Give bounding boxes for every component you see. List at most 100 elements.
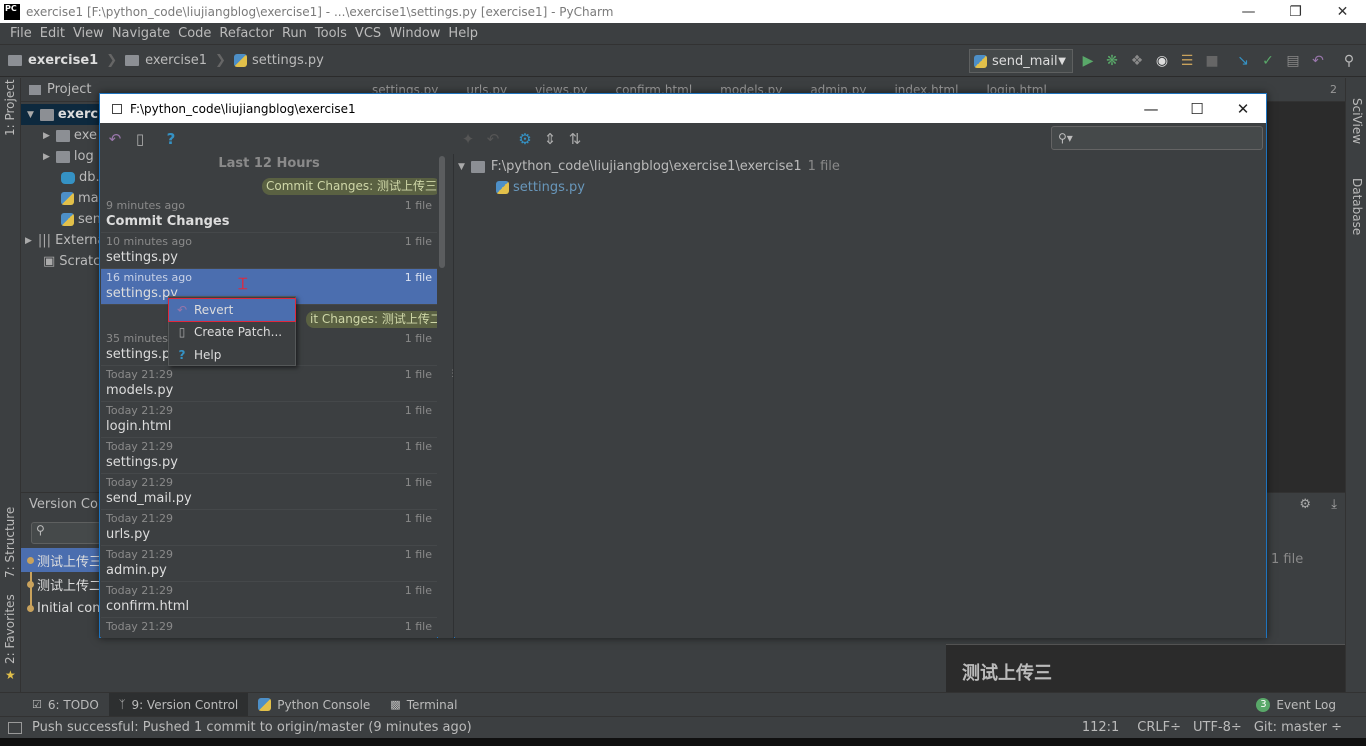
history-item[interactable]: Today 21:29 1 file admin.py — [101, 546, 437, 582]
history-name: settings.py — [106, 455, 178, 470]
coverage-icon[interactable]: ❖ — [1128, 52, 1146, 70]
menu-vcs[interactable]: VCS — [351, 26, 385, 41]
status-message[interactable]: Push successful: Pushed 1 commit to orig… — [32, 720, 472, 735]
favorites-tool-button[interactable]: 2: Favorites — [3, 594, 17, 664]
dialog-maximize-button[interactable]: ☐ — [1174, 100, 1220, 118]
history-item[interactable]: Today 21:29 1 file login.html — [101, 402, 437, 438]
changes-folder-row[interactable]: ▼ F:\python_code\liujiangblog\exercise1\… — [458, 156, 840, 177]
git-branch[interactable]: Git: master ÷ — [1254, 720, 1342, 735]
run-configuration-select[interactable]: send_mail ▼ — [969, 49, 1073, 73]
project-panel-title[interactable]: Project — [47, 82, 91, 97]
sciview-tool-button[interactable]: SciView — [1350, 98, 1364, 144]
tree-row[interactable]: ▶ exe — [43, 125, 97, 146]
project-tool-button[interactable]: 1: Project — [3, 79, 17, 136]
minimize-button[interactable]: — — [1225, 4, 1272, 20]
history-time: 16 minutes ago — [106, 271, 192, 284]
menu-view[interactable]: View — [69, 26, 108, 41]
profile-icon[interactable]: ◉ — [1153, 52, 1171, 70]
history-item[interactable]: Today 21:29 1 file models.py — [101, 366, 437, 402]
menu-code[interactable]: Code — [174, 26, 215, 41]
vcs-compare-icon[interactable]: ▤ — [1284, 52, 1302, 70]
expand-all-icon[interactable]: ⇕ — [541, 130, 559, 148]
commit-row[interactable]: 测试上传三 — [21, 548, 102, 572]
menu-item-create-patch[interactable]: ▯ Create Patch... — [169, 321, 295, 343]
caret-position[interactable]: 112:1 — [1082, 720, 1119, 735]
breadcrumb-project[interactable]: exercise1 — [8, 53, 98, 68]
history-file-count: 1 file — [404, 271, 432, 284]
hidden-tabs-count[interactable]: 2 — [1330, 83, 1337, 96]
tree-row[interactable]: sen — [61, 209, 101, 230]
history-item[interactable]: Today 21:29 1 file confirm.html — [101, 582, 437, 618]
vcs-commit-icon[interactable]: ✓ — [1259, 52, 1277, 70]
changes-file-name: settings.py — [513, 180, 585, 195]
run-icon[interactable]: ▶ — [1079, 52, 1097, 70]
database-tool-button[interactable]: Database — [1350, 178, 1364, 235]
restore-button[interactable]: ❐ — [1272, 4, 1319, 20]
file-encoding[interactable]: UTF-8÷ — [1193, 720, 1242, 735]
collapse-all-icon[interactable]: ⇅ — [566, 130, 584, 148]
toggle-tool-windows-icon[interactable] — [8, 721, 22, 734]
revert-selection-icon[interactable]: ↶ — [484, 130, 502, 148]
create-patch-icon[interactable]: ▯ — [131, 130, 149, 148]
commit-row[interactable]: 测试上传二 — [21, 572, 102, 596]
tree-row[interactable]: ▶ ||| Externa — [25, 230, 105, 251]
history-item[interactable]: Today 21:29 1 file urls.py — [101, 510, 437, 546]
history-item[interactable]: Today 21:29 1 file settings.py — [101, 438, 437, 474]
history-scrollbar[interactable] — [438, 154, 446, 638]
menu-tools[interactable]: Tools — [311, 26, 351, 41]
dialog-close-button[interactable]: ✕ — [1220, 100, 1266, 118]
right-tool-strip: SciView Database — [1345, 78, 1366, 692]
close-window-button[interactable]: ✕ — [1319, 4, 1366, 20]
breadcrumb-folder[interactable]: exercise1 — [125, 53, 207, 68]
chevron-down-icon: ▼ — [1058, 55, 1066, 67]
version-control-tool-button[interactable]: ᛉ 9: Version Control — [108, 692, 249, 717]
settings-gear-icon[interactable]: ⚙ — [516, 130, 534, 148]
revert-icon[interactable]: ↶ — [106, 130, 124, 148]
breadcrumb-file[interactable]: settings.py — [233, 53, 324, 68]
menu-item-revert[interactable]: ↶ Revert — [168, 298, 296, 322]
dialog-minimize-button[interactable]: — — [1128, 100, 1174, 118]
concurrency-icon[interactable]: ☰ — [1178, 52, 1196, 70]
tree-row[interactable]: ▶ log — [43, 146, 94, 167]
commit-dot-icon — [27, 556, 34, 564]
structure-tool-button[interactable]: 7: Structure — [3, 507, 17, 578]
stop-icon[interactable]: ■ — [1203, 52, 1221, 70]
vcs-update-icon[interactable]: ↘ — [1234, 52, 1252, 70]
menu-navigate[interactable]: Navigate — [108, 26, 174, 41]
menu-help[interactable]: Help — [444, 26, 482, 41]
commit-label-tag[interactable]: Commit Changes: 测试上传三 — [262, 178, 437, 195]
panel-splitter[interactable]: ⋮ — [446, 154, 457, 638]
show-diff-icon[interactable]: ✦ — [459, 130, 477, 148]
history-time: 10 minutes ago — [106, 235, 192, 248]
menu-refactor[interactable]: Refactor — [215, 26, 278, 41]
vc-search-field[interactable]: ⚲ — [31, 522, 101, 544]
tree-row[interactable]: ma — [61, 188, 99, 209]
todo-tool-button[interactable]: ☑ 6: TODO — [22, 693, 109, 717]
changes-file-row[interactable]: settings.py — [496, 177, 585, 198]
menu-window[interactable]: Window — [385, 26, 444, 41]
history-item[interactable]: 10 minutes ago 1 file settings.py — [101, 233, 437, 269]
menu-edit[interactable]: Edit — [36, 26, 69, 41]
help-icon[interactable]: ? — [162, 130, 180, 148]
history-item[interactable]: 9 minutes ago 1 file Commit Changes — [101, 197, 437, 233]
history-item[interactable]: Today 21:29 1 file — [101, 618, 437, 638]
dialog-search-input[interactable]: ⚲▾ — [1051, 126, 1263, 150]
hide-panel-icon[interactable]: ⤓ — [1331, 497, 1337, 512]
history-file-count: 1 file — [404, 620, 432, 633]
menu-run[interactable]: Run — [278, 26, 311, 41]
history-item[interactable]: Today 21:29 1 file send_mail.py — [101, 474, 437, 510]
search-icon[interactable]: ⚲ — [1340, 52, 1358, 70]
menu-file[interactable]: File — [6, 26, 36, 41]
debug-icon[interactable]: ❋ — [1103, 52, 1121, 70]
tree-row[interactable]: db. — [61, 167, 100, 188]
commit-row[interactable]: Initial com — [21, 596, 105, 620]
python-console-tool-button[interactable]: Python Console — [248, 693, 380, 717]
scrollbar-thumb[interactable] — [439, 156, 445, 268]
vcs-revert-icon[interactable]: ↶ — [1309, 52, 1327, 70]
gear-icon[interactable]: ⚙ — [1299, 497, 1311, 512]
event-log-button[interactable]: 3 Event Log — [1246, 693, 1346, 717]
menu-item-help[interactable]: ? Help — [169, 344, 295, 366]
commit-label-tag[interactable]: it Changes: 测试上传二 — [306, 311, 437, 328]
terminal-tool-button[interactable]: ▩ Terminal — [380, 693, 467, 717]
line-separator[interactable]: CRLF÷ — [1137, 720, 1181, 735]
